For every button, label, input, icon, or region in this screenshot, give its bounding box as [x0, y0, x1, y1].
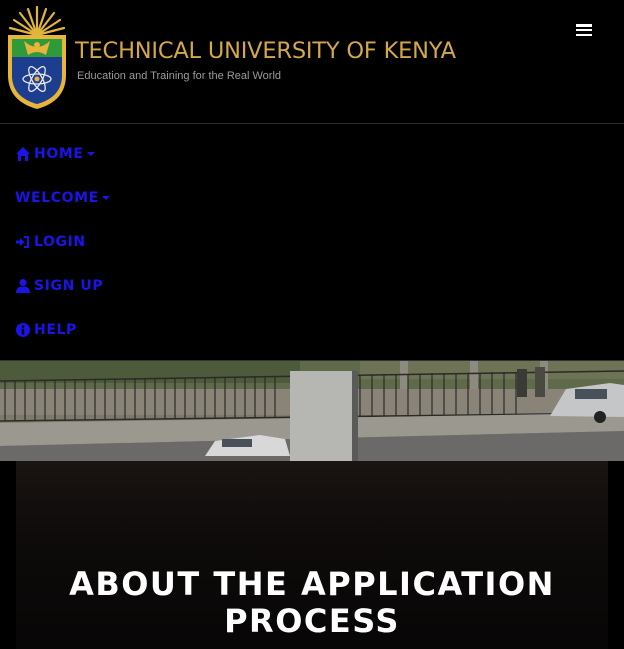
sign-in-icon	[15, 234, 31, 250]
nav-item-label: SIGN UP	[34, 278, 104, 294]
caret-down-icon	[86, 152, 95, 156]
content-gutter-left	[0, 461, 16, 649]
nav-item-help[interactable]: HELP	[15, 318, 77, 342]
nav-item-label: HELP	[34, 322, 77, 338]
about-application-title: ABOUT THE APPLICATION PROCESS	[16, 566, 608, 640]
nav-item-label: LOGIN	[34, 234, 86, 250]
main-navigation: HOME WELCOME LOGIN SIGN UP HELP	[0, 124, 624, 361]
title-line-2: PROCESS	[224, 602, 400, 640]
hamburger-menu-icon[interactable]	[576, 24, 592, 38]
nav-item-label: HOME	[34, 146, 84, 162]
content-gutter-right	[608, 461, 624, 649]
brand-title[interactable]: TECHNICAL UNIVERSITY OF KENYA	[75, 38, 456, 64]
university-logo[interactable]	[6, 5, 68, 111]
home-icon	[15, 146, 31, 162]
info-circle-icon	[15, 322, 31, 338]
user-icon	[15, 278, 31, 294]
nav-item-sign-up[interactable]: SIGN UP	[15, 274, 103, 298]
caret-down-icon	[101, 196, 110, 200]
site-header: TECHNICAL UNIVERSITY OF KENYA Education …	[0, 0, 624, 124]
title-line-1: ABOUT THE APPLICATION	[69, 565, 555, 603]
nav-item-label: WELCOME	[15, 190, 99, 206]
brand-tagline: Education and Training for the Real Worl…	[77, 70, 282, 82]
nav-item-login[interactable]: LOGIN	[15, 230, 86, 254]
campus-street-photo	[0, 361, 624, 461]
nav-item-home[interactable]: HOME	[15, 142, 95, 166]
nav-item-welcome[interactable]: WELCOME	[15, 186, 110, 210]
